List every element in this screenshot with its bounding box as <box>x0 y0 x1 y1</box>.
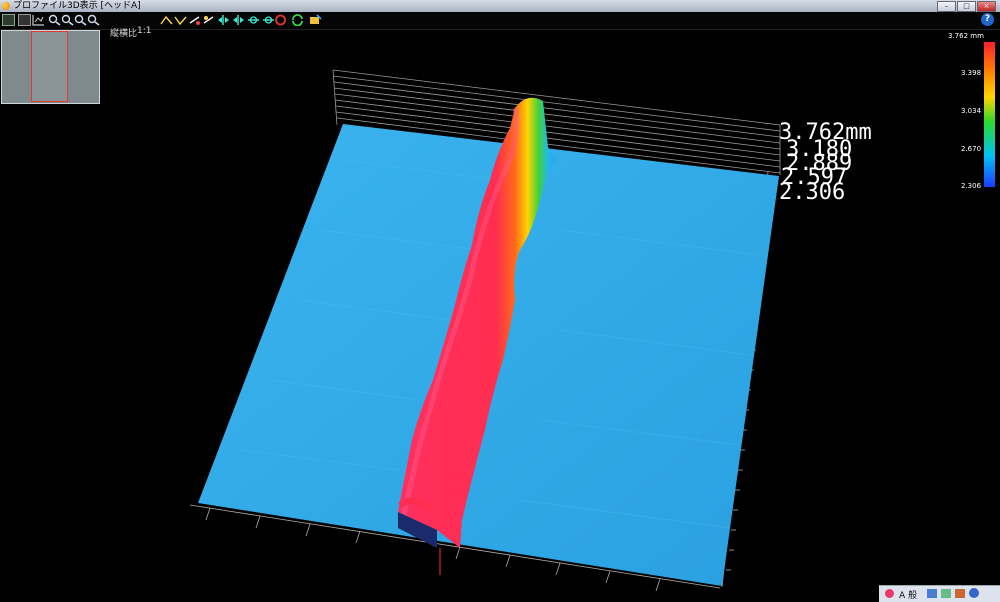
tray-icon[interactable] <box>955 589 965 598</box>
view-region-selector[interactable] <box>31 31 68 102</box>
tray-icon[interactable] <box>941 589 951 598</box>
colorbar-max-label: 3.762 mm <box>948 32 984 40</box>
colorbar <box>984 42 995 187</box>
ime-indicator[interactable]: A 般 <box>899 588 917 601</box>
colorbar-label: 3.034 <box>961 107 982 115</box>
colorbar-label: 3.398 <box>961 69 982 77</box>
colorbar-label: 2.670 <box>961 145 982 153</box>
overview-thumbnail[interactable] <box>1 30 100 104</box>
height-label-min: 2.306 <box>779 180 846 205</box>
tray-app-icon[interactable] <box>885 589 894 598</box>
help-tray-icon[interactable] <box>969 588 979 598</box>
system-tray: A 般 <box>879 585 1000 602</box>
colorbar-min-label: 2.306 <box>961 182 982 190</box>
profile-3d-plot[interactable] <box>0 0 1000 601</box>
tray-icon[interactable] <box>927 589 937 598</box>
